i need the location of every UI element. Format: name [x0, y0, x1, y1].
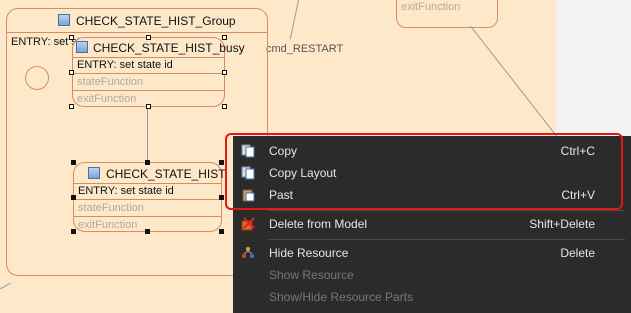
resize-handle[interactable]	[69, 104, 74, 109]
resize-handle[interactable]	[71, 195, 76, 200]
state-group-title: CHECK_STATE_HIST_Group	[76, 14, 236, 28]
state-icon	[58, 14, 70, 26]
resize-handle[interactable]	[145, 229, 150, 234]
state-icon	[76, 41, 88, 53]
state-busy[interactable]: CHECK_STATE_HIST_busy ENTRY: set state i…	[72, 37, 245, 107]
resize-handle[interactable]	[69, 35, 74, 40]
resize-handle[interactable]	[219, 195, 224, 200]
resize-handle[interactable]	[71, 160, 76, 165]
menu-item-label: Show Resource	[269, 268, 354, 282]
transition-line[interactable]	[289, 0, 299, 40]
menu-separator	[269, 210, 625, 211]
state-busy-title: CHECK_STATE_HIST_busy	[93, 41, 245, 55]
state-busy-state-function: stateFunction	[77, 76, 144, 88]
state-hist-exit-function: exitFunction	[78, 219, 138, 231]
state-top-right[interactable]: stateFunction exitFunction	[396, 0, 498, 28]
resize-handle[interactable]	[146, 104, 151, 109]
resize-handle[interactable]	[222, 70, 227, 75]
state-busy-exit-function: exitFunction	[77, 93, 137, 105]
resize-handle[interactable]	[71, 229, 76, 234]
transition-line-right[interactable]	[470, 25, 561, 141]
menu-item-hide-resource[interactable]: Hide Resource Delete	[233, 242, 631, 264]
resize-handle[interactable]	[145, 160, 150, 165]
menu-item-show-resource[interactable]: Show Resource	[233, 264, 631, 286]
state-hist[interactable]: CHECK_STATE_HIST ENTRY: set state id sta…	[73, 162, 226, 232]
resize-handle[interactable]	[219, 160, 224, 165]
hide-resource-icon	[242, 247, 254, 258]
menu-item-label: Delete from Model	[269, 217, 368, 231]
state-hist-state-function: stateFunction	[78, 202, 145, 214]
menu-item-show-hide-resource-parts[interactable]: Show/Hide Resource Parts	[233, 286, 631, 308]
menu-item-shortcut: Delete	[560, 246, 595, 260]
state-hist-title: CHECK_STATE_HIST	[106, 167, 226, 181]
state-icon	[88, 167, 100, 179]
initial-state-circle[interactable]	[25, 66, 49, 90]
state-busy-entry: ENTRY: set state id	[77, 59, 173, 71]
resize-handle[interactable]	[222, 35, 227, 40]
menu-item-delete-from-model[interactable]: Delete from Model Shift+Delete	[233, 213, 631, 235]
transition-line-bottom[interactable]	[0, 282, 11, 304]
menu-item-label: Show/Hide Resource Parts	[269, 290, 414, 304]
menu-separator	[269, 239, 625, 240]
exit-function-label: exitFunction	[401, 1, 461, 13]
resize-handle[interactable]	[146, 35, 151, 40]
menu-item-label: Hide Resource	[269, 246, 349, 260]
resize-handle[interactable]	[219, 229, 224, 234]
menu-item-shortcut: Shift+Delete	[529, 217, 595, 231]
annotation-highlight-box	[225, 133, 623, 210]
resize-handle[interactable]	[69, 70, 74, 75]
resize-handle[interactable]	[222, 104, 227, 109]
state-hist-entry: ENTRY: set state id	[78, 185, 174, 197]
transition-label[interactable]: cmd_RESTART	[266, 43, 343, 55]
delete-icon	[241, 217, 255, 231]
